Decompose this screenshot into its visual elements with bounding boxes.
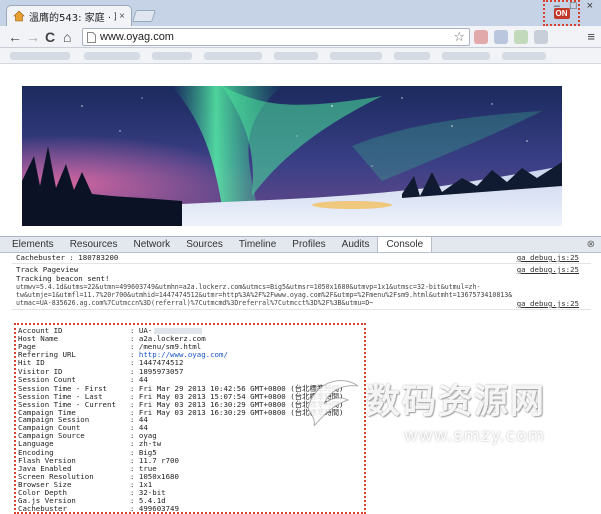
console-source-link[interactable]: ga_debug.js:25 — [517, 265, 579, 274]
tab-close-icon[interactable]: × — [119, 11, 125, 22]
page-icon — [87, 31, 96, 43]
tab-strip: 溫膺的543: 家庭 · 職場 · × – □ × — [0, 0, 601, 26]
home-button[interactable]: ⌂ — [63, 29, 71, 45]
console-line: Track Pageview — [16, 265, 79, 274]
ga-debug-on-badge: ON — [553, 7, 570, 19]
ga-table-key: Cachebuster — [18, 504, 67, 514]
address-bar[interactable]: www.oyag.com ☆ — [82, 28, 470, 46]
home-favicon-icon — [13, 10, 25, 22]
url-text: www.oyag.com — [100, 31, 174, 43]
new-tab-button[interactable] — [132, 10, 156, 22]
bookmark-item[interactable] — [442, 52, 490, 60]
page-viewport — [0, 64, 601, 236]
tab-audits[interactable]: Audits — [334, 237, 378, 252]
menu-icon[interactable]: ≡ — [587, 29, 595, 44]
tab-elements[interactable]: Elements — [4, 237, 62, 252]
console-line: utmwv=5.4.1d&utms=22&utmn=499603749&utmh… — [16, 283, 481, 291]
bookmark-item[interactable] — [502, 52, 546, 60]
bookmark-item[interactable] — [330, 52, 382, 60]
console-separator — [12, 263, 591, 264]
bookmark-item[interactable] — [152, 52, 192, 60]
extension-icon[interactable] — [534, 30, 548, 44]
ga-table-colon: : — [130, 504, 139, 514]
tab-network[interactable]: Network — [126, 237, 179, 252]
console-line: utmac=UA-835626.ag.com%7Cutmccn%3D(refer… — [16, 299, 374, 307]
tab-title: 溫膺的543: 家庭 · 職場 · — [29, 12, 116, 24]
bookmark-item[interactable] — [204, 52, 262, 60]
console-output: Cachebuster : 180783200 ga_debug.js:25 T… — [0, 253, 601, 514]
forward-button[interactable]: → — [26, 29, 40, 45]
extension-icon[interactable] — [494, 30, 508, 44]
extension-icons — [474, 30, 548, 44]
bookmark-star-icon[interactable]: ☆ — [453, 29, 465, 45]
console-source-link[interactable]: ga_debug.js:25 — [517, 253, 579, 262]
bookmark-item[interactable] — [394, 52, 430, 60]
console-line: tw&utmje=1&utmfl=11.7%20r700&utmhid=1447… — [16, 291, 513, 299]
aurora-banner-image — [22, 86, 562, 226]
bookmark-item[interactable] — [274, 52, 318, 60]
ga-table-row: Cachebuster: 499603749 — [18, 504, 179, 513]
reload-button[interactable]: C — [45, 29, 55, 45]
browser-tab[interactable]: 溫膺的543: 家庭 · 職場 · × — [6, 5, 132, 26]
extension-icon[interactable] — [514, 30, 528, 44]
bookmark-item[interactable] — [84, 52, 140, 60]
console-line: Cachebuster : 180783200 — [16, 253, 119, 262]
ga-table-value: Fri May 03 2013 16:30:29 GMT+0800 (台北標準時… — [138, 408, 344, 417]
bookmark-item[interactable] — [10, 52, 70, 60]
ga-debug-on-button[interactable]: ON — [543, 0, 580, 26]
back-button[interactable]: ← — [8, 29, 22, 45]
console-source-link[interactable]: ga_debug.js:25 — [517, 299, 579, 308]
console-separator — [12, 309, 591, 310]
devtools-tab-bar: Elements Resources Network Sources Timel… — [0, 237, 601, 253]
tab-timeline[interactable]: Timeline — [231, 237, 284, 252]
extension-icon[interactable] — [474, 30, 488, 44]
tab-profiles[interactable]: Profiles — [284, 237, 333, 252]
bookmarks-bar — [0, 48, 601, 64]
tab-resources[interactable]: Resources — [62, 237, 126, 252]
devtools-panel: Elements Resources Network Sources Timel… — [0, 236, 601, 514]
close-window-button[interactable]: × — [587, 0, 593, 12]
redacted-account-id — [154, 328, 203, 334]
devtools-close-icon[interactable]: ⊗ — [587, 237, 595, 252]
tab-console[interactable]: Console — [377, 237, 433, 252]
tab-sources[interactable]: Sources — [178, 237, 231, 252]
browser-toolbar: ← → C ⌂ www.oyag.com ☆ ≡ — [0, 26, 601, 48]
ga-table-value: 499603749 — [138, 504, 179, 514]
console-line: Tracking beacon sent! — [16, 274, 110, 283]
